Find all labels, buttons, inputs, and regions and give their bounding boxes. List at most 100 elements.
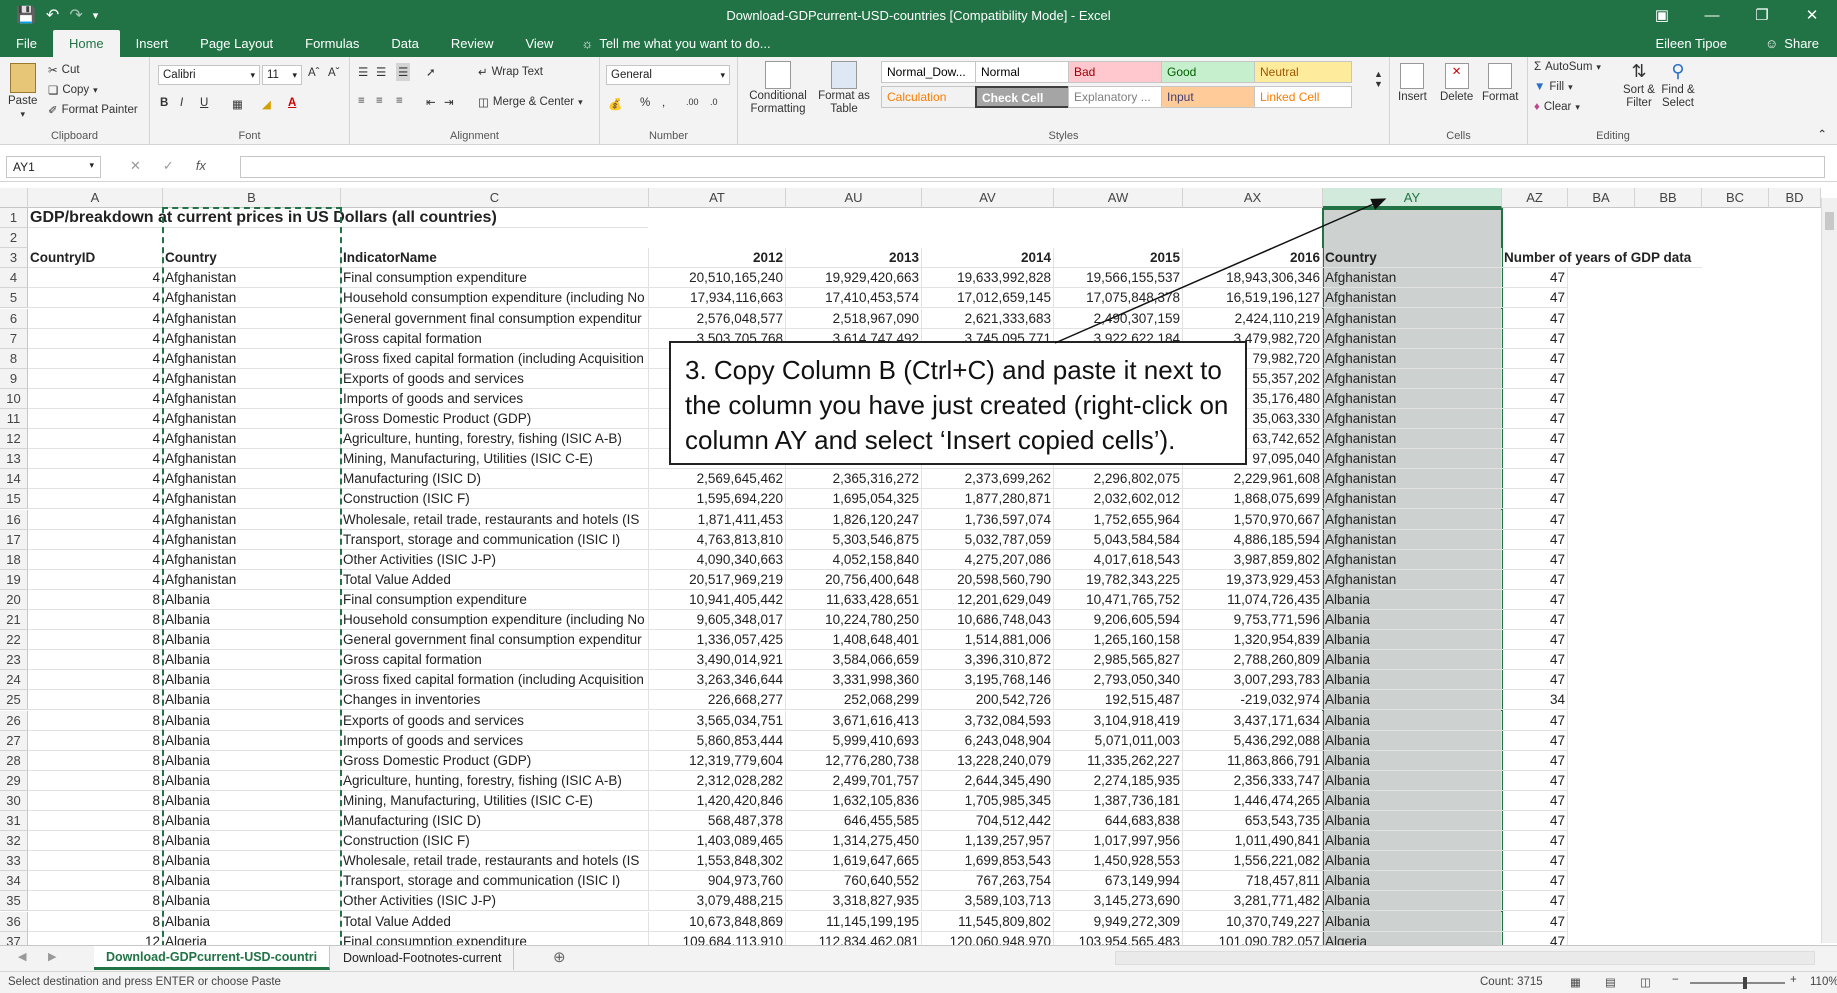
indicator-cell[interactable]: Gross Domestic Product (GDP) (341, 409, 649, 429)
indicator-cell[interactable]: Exports of goods and services (341, 368, 649, 389)
ay-country-cell[interactable]: Afghanistan (1323, 449, 1502, 470)
value-cell-at[interactable]: 4,763,813,810 (649, 529, 786, 550)
row-header[interactable]: 23 (0, 650, 28, 671)
cell-style-linked-cell[interactable]: Linked Cell (1254, 86, 1352, 108)
conditional-formatting-button[interactable]: Conditional Formatting (746, 61, 810, 116)
value-cell-aw[interactable]: 4,017,618,543 (1054, 549, 1183, 570)
country-cell[interactable]: Albania (163, 911, 341, 932)
value-cell-av[interactable]: 5,032,787,059 (922, 529, 1054, 550)
value-cell-au[interactable]: 5,999,410,693 (786, 730, 922, 751)
value-cell-at[interactable]: 1,420,420,846 (649, 790, 786, 811)
country-id-cell[interactable]: 8 (28, 730, 163, 751)
zoom-in-icon[interactable]: + (1790, 974, 1797, 986)
ay-country-cell[interactable]: Algeria (1323, 931, 1502, 945)
country-id-cell[interactable]: 4 (28, 288, 163, 309)
country-id-cell[interactable]: 8 (28, 670, 163, 691)
value-cell-at[interactable]: 4,090,340,663 (649, 549, 786, 570)
years-count-cell[interactable]: 47 (1502, 670, 1568, 691)
value-cell-aw[interactable]: 1,265,160,158 (1054, 630, 1183, 651)
ay-country-cell[interactable]: Afghanistan (1323, 569, 1502, 590)
row-header[interactable]: 14 (0, 469, 28, 490)
years-count-cell[interactable]: 47 (1502, 288, 1568, 309)
zoom-out-icon[interactable]: − (1672, 974, 1679, 986)
scroll-thumb[interactable] (1825, 212, 1834, 230)
gallery-scroll-icon[interactable]: ▲ ▼ (1374, 69, 1383, 89)
value-cell-aw[interactable]: 19,782,343,225 (1054, 569, 1183, 590)
tab-insert[interactable]: Insert (120, 30, 185, 57)
tab-formulas[interactable]: Formulas (289, 30, 375, 57)
country-id-cell[interactable]: 8 (28, 630, 163, 651)
value-cell-aw[interactable]: 1,752,655,964 (1054, 509, 1183, 530)
value-cell-aw[interactable]: 2,274,185,935 (1054, 770, 1183, 791)
value-cell-av[interactable]: 767,263,754 (922, 871, 1054, 892)
decrease-indent-icon[interactable]: ⇤ (426, 95, 436, 109)
row-header[interactable]: 30 (0, 790, 28, 811)
ay-country-cell[interactable]: Afghanistan (1323, 529, 1502, 550)
value-cell-at[interactable]: 568,487,378 (649, 811, 786, 831)
ay-country-cell[interactable]: Afghanistan (1323, 328, 1502, 349)
country-id-cell[interactable]: 8 (28, 610, 163, 630)
value-cell-au[interactable]: 2,365,316,272 (786, 469, 922, 490)
delete-cells-button[interactable]: ✕ Delete (1440, 63, 1473, 103)
ay-country-cell[interactable]: Afghanistan (1323, 348, 1502, 369)
years-count-cell[interactable]: 47 (1502, 851, 1568, 872)
country-id-cell[interactable]: 4 (28, 549, 163, 570)
row-header[interactable]: 32 (0, 831, 28, 852)
cancel-icon[interactable]: ✕ (130, 158, 141, 174)
country-id-cell[interactable]: 4 (28, 388, 163, 409)
years-count-cell[interactable]: 47 (1502, 871, 1568, 892)
value-cell-at[interactable]: 20,510,165,240 (649, 268, 786, 289)
value-cell-au[interactable]: 1,632,105,836 (786, 790, 922, 811)
top-align-icon[interactable]: ☰ (358, 65, 368, 79)
row-header[interactable]: 29 (0, 770, 28, 791)
row-header[interactable]: 21 (0, 610, 28, 630)
country-id-cell[interactable]: 8 (28, 831, 163, 852)
country-cell[interactable]: Albania (163, 891, 341, 912)
value-cell-av[interactable]: 13,228,240,079 (922, 750, 1054, 771)
value-cell-aw[interactable]: 192,515,487 (1054, 690, 1183, 711)
country-cell[interactable]: Afghanistan (163, 529, 341, 550)
country-id-cell[interactable]: 8 (28, 891, 163, 912)
column-header-ay[interactable]: AY (1323, 188, 1502, 208)
value-cell-at[interactable]: 1,871,411,453 (649, 509, 786, 530)
country-id-cell[interactable]: 8 (28, 851, 163, 872)
value-cell-av[interactable]: 200,542,726 (922, 690, 1054, 711)
close-button[interactable]: ✕ (1787, 0, 1837, 30)
row-header[interactable]: 3 (0, 248, 28, 269)
indicator-cell[interactable]: Transport, storage and communication (IS… (341, 529, 649, 550)
indicator-cell[interactable]: Total Value Added (341, 911, 649, 932)
value-cell-at[interactable]: 5,860,853,444 (649, 730, 786, 751)
ay-country-cell[interactable]: Albania (1323, 790, 1502, 811)
value-cell-ax[interactable]: 9,753,771,596 (1183, 610, 1323, 630)
font-name-select[interactable]: Calibri ▾ (158, 65, 260, 85)
share-button[interactable]: ☺ Share (1765, 30, 1819, 57)
years-count-cell[interactable]: 47 (1502, 710, 1568, 731)
country-cell[interactable]: Albania (163, 750, 341, 771)
column-header-bd[interactable]: BD (1769, 188, 1821, 208)
cell-style-explanatory[interactable]: Explanatory ... (1068, 86, 1166, 108)
indicator-cell[interactable]: Household consumption expenditure (inclu… (341, 610, 649, 630)
sheet-title-cell[interactable]: GDP/breakdown at current prices in US Do… (28, 208, 648, 228)
vertical-scrollbar[interactable] (1821, 198, 1837, 943)
indicator-cell[interactable]: Gross capital formation (341, 328, 649, 349)
years-count-cell[interactable]: 47 (1502, 328, 1568, 349)
country-id-cell[interactable]: 4 (28, 509, 163, 530)
number-format-select[interactable]: General ▾ (606, 65, 730, 85)
country-id-cell[interactable]: 12 (28, 931, 163, 945)
value-cell-aw[interactable]: 19,566,155,537 (1054, 268, 1183, 289)
value-cell-ax[interactable]: 11,863,866,791 (1183, 750, 1323, 771)
row-header[interactable]: 27 (0, 730, 28, 751)
indicator-cell[interactable]: Imports of goods and services (341, 388, 649, 409)
undo-icon[interactable]: ↶ (46, 5, 59, 25)
country-id-cell[interactable]: 8 (28, 690, 163, 711)
value-cell-aw[interactable]: 1,017,997,956 (1054, 831, 1183, 852)
cut-button[interactable]: ✂ Cut (48, 63, 80, 77)
value-cell-at[interactable]: 3,490,014,921 (649, 650, 786, 671)
name-box[interactable]: AY1 ▾ (6, 156, 101, 178)
paste-button[interactable]: Paste ▾ (8, 63, 37, 120)
value-cell-ax[interactable]: 11,074,726,435 (1183, 589, 1323, 610)
column-header-av[interactable]: AV (922, 188, 1054, 208)
tab-review[interactable]: Review (435, 30, 510, 57)
country-cell[interactable]: Albania (163, 770, 341, 791)
indicator-cell[interactable]: Transport, storage and communication (IS… (341, 871, 649, 892)
